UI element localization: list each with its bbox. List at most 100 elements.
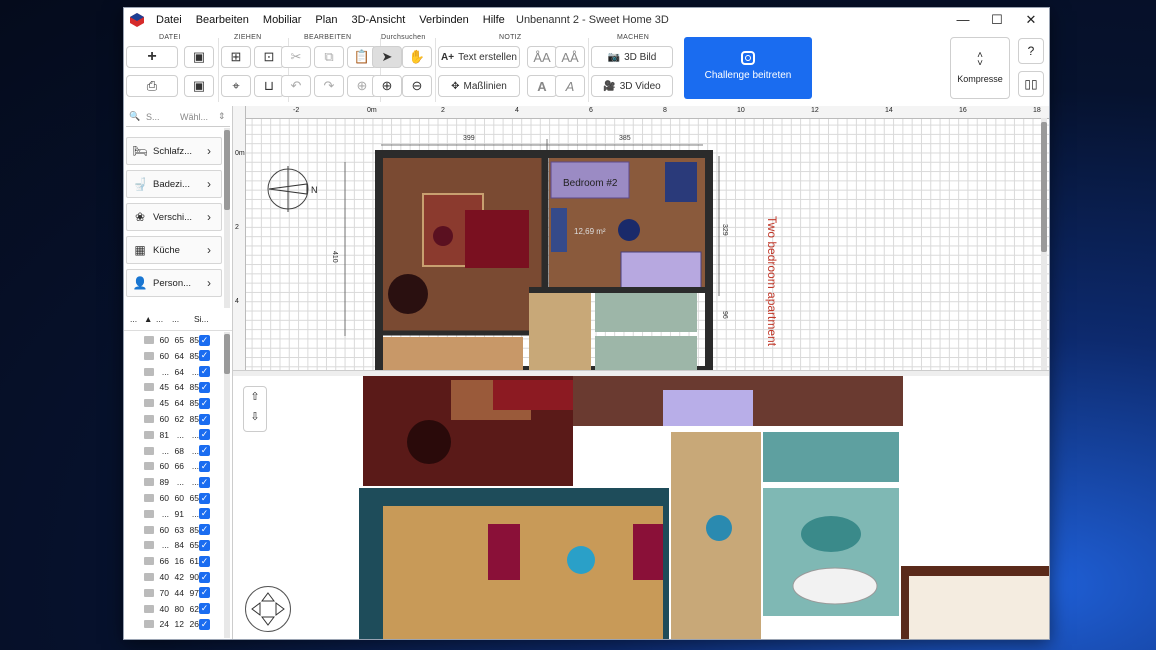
visible-checkbox[interactable]: ✓ (199, 587, 210, 599)
plan-scroll-thumb[interactable] (1041, 122, 1047, 252)
3d-image-button[interactable]: 📷 3D Bild (591, 46, 673, 68)
visible-checkbox[interactable]: ✓ (199, 366, 210, 378)
new-file-button[interactable]: + (126, 46, 178, 68)
table-row[interactable]: ... 64... ✓ (124, 364, 224, 380)
copy-button[interactable]: ⧉ (314, 46, 344, 68)
plan-view[interactable]: -20m24681012141618 0m246 N 399 385 410 3… (233, 106, 1049, 370)
table-row[interactable]: 60 66... ✓ (124, 458, 224, 474)
table-row[interactable]: 89...... ✓ (124, 474, 224, 490)
category-bathroom[interactable]: 🚽 Badezi... › (126, 170, 222, 198)
create-dimensions-button[interactable]: ⊔ (254, 75, 284, 97)
panel-toggle-button[interactable]: ▯▯ (1018, 71, 1044, 97)
create-walls-button[interactable]: ⊞ (221, 46, 251, 68)
redo-button[interactable]: ↷ (314, 75, 344, 97)
table-row[interactable]: 60 62 85 ✓ (124, 411, 224, 427)
create-rooms-button[interactable]: ⊡ (254, 46, 284, 68)
join-challenge-button[interactable]: Challenge beitreten (684, 37, 812, 99)
plan-annotation-text[interactable]: Two bedroom apartment (765, 216, 779, 347)
decrease-text-size-button[interactable]: ÅA (527, 46, 557, 68)
menu-hilfe[interactable]: Hilfe (483, 14, 505, 26)
catalog-scrollbar[interactable] (224, 128, 230, 308)
category-misc[interactable]: ❀ Verschi... › (126, 203, 222, 231)
visible-checkbox[interactable]: ✓ (199, 429, 210, 441)
table-row[interactable]: 45 64 85 ✓ (124, 379, 224, 395)
table-row[interactable]: 60 60 65 ✓ (124, 490, 224, 506)
visible-checkbox[interactable]: ✓ (199, 413, 210, 425)
wardrobe[interactable] (551, 208, 567, 252)
table-row[interactable]: 60 65 85 ✓ (124, 332, 224, 348)
column-header-width[interactable]: ... (156, 314, 172, 330)
menu-verbinden[interactable]: Verbinden (419, 14, 469, 26)
table-row[interactable]: ... 68... ✓ (124, 443, 224, 459)
visible-checkbox[interactable]: ✓ (199, 381, 210, 393)
3d-video-button[interactable]: 🎥 3D Video (591, 75, 673, 97)
table-row[interactable]: 70 44 97 ✓ (124, 585, 224, 601)
table-row[interactable]: 60 63 85 ✓ (124, 522, 224, 538)
zoom-in-button[interactable]: ⊕ (372, 75, 402, 97)
visible-checkbox[interactable]: ✓ (199, 350, 210, 362)
collapse-ribbon-button[interactable]: ˄ ˅ Kompresse (950, 37, 1010, 99)
category-bedroom[interactable]: 🛏 Schlafz... › (126, 137, 222, 165)
table-row[interactable]: 45 64 85 ✓ (124, 395, 224, 411)
visible-checkbox[interactable]: ✓ (199, 445, 210, 457)
category-kitchen[interactable]: ▦ Küche › (126, 236, 222, 264)
table-row[interactable]: 81...... ✓ (124, 427, 224, 443)
column-header-name[interactable]: ... (124, 314, 144, 330)
menu-plan[interactable]: Plan (315, 14, 337, 26)
create-polylines-button[interactable]: ⌖ (221, 75, 251, 97)
visible-checkbox[interactable]: ✓ (199, 476, 210, 488)
armchair[interactable] (433, 226, 453, 246)
table-row[interactable]: ... 91... ✓ (124, 506, 224, 522)
save-button[interactable]: ▣ (184, 46, 214, 68)
menu-mobiliar[interactable]: Mobiliar (263, 14, 302, 26)
visible-checkbox[interactable]: ✓ (199, 603, 210, 615)
dimension-lines-button[interactable]: ✥ Maßlinien (438, 75, 520, 97)
visible-checkbox[interactable]: ✓ (199, 555, 210, 567)
close-button[interactable]: ✕ (1014, 11, 1048, 29)
category-person[interactable]: 👤 Person... › (126, 269, 222, 297)
table-row[interactable]: 24 12 26 ✓ (124, 616, 224, 632)
compass-rose[interactable] (267, 166, 309, 212)
bathroom-floor[interactable] (595, 292, 697, 332)
bed-double[interactable] (465, 210, 529, 268)
select-mode-button[interactable]: ➤ (372, 46, 402, 68)
visible-checkbox[interactable]: ✓ (199, 460, 210, 472)
search-input[interactable]: S... (146, 112, 160, 122)
catalog-scroll-thumb[interactable] (224, 130, 230, 210)
table-row[interactable]: 66 16 61 ✓ (124, 553, 224, 569)
bathroom-2-floor[interactable] (595, 336, 697, 370)
3d-view-toggle[interactable]: ⇧ ⇩ (243, 386, 267, 432)
undo-button[interactable]: ↶ (281, 75, 311, 97)
menu-datei[interactable]: Datei (156, 14, 182, 26)
visible-checkbox[interactable]: ✓ (199, 571, 210, 583)
increase-text-size-button[interactable]: AÅ (555, 46, 585, 68)
room-name-bedroom-2[interactable]: Bedroom #2 (563, 178, 618, 189)
zoom-out-button[interactable]: ⊖ (402, 75, 432, 97)
create-text-button[interactable]: A+ Text erstellen (438, 46, 520, 68)
chair[interactable] (618, 219, 640, 241)
visible-checkbox[interactable]: ✓ (199, 539, 210, 551)
visible-checkbox[interactable]: ✓ (199, 334, 210, 346)
furniture-table-scrollbar[interactable] (224, 332, 230, 638)
catalog-search-bar[interactable]: 🔍 S... Wähl... ⇕ (126, 108, 230, 127)
table-row[interactable]: 60 64 85 ✓ (124, 348, 224, 364)
hallway-floor[interactable] (529, 292, 591, 370)
italic-text-button[interactable]: A (555, 75, 585, 97)
visible-checkbox[interactable]: ✓ (199, 524, 210, 536)
menu-3d-ansicht[interactable]: 3D-Ansicht (351, 14, 405, 26)
visible-checkbox[interactable]: ✓ (199, 508, 210, 520)
3d-navigation-pad[interactable] (245, 586, 291, 632)
salon-floor[interactable] (383, 337, 523, 370)
cut-button[interactable]: ✂ (281, 46, 311, 68)
round-table[interactable] (388, 274, 428, 314)
pan-mode-button[interactable]: ✋ (402, 46, 432, 68)
plan-vertical-scrollbar[interactable] (1041, 118, 1047, 370)
visible-checkbox[interactable]: ✓ (199, 397, 210, 409)
menu-bearbeiten[interactable]: Bearbeiten (196, 14, 249, 26)
minimize-button[interactable]: — (946, 11, 980, 29)
bold-text-button[interactable]: A (527, 75, 557, 97)
help-button[interactable]: ? (1018, 38, 1044, 64)
single-bed[interactable] (620, 251, 702, 289)
3d-view[interactable]: ⇧ ⇩ (233, 376, 1049, 639)
table-row[interactable]: 40 42 90 ✓ (124, 569, 224, 585)
